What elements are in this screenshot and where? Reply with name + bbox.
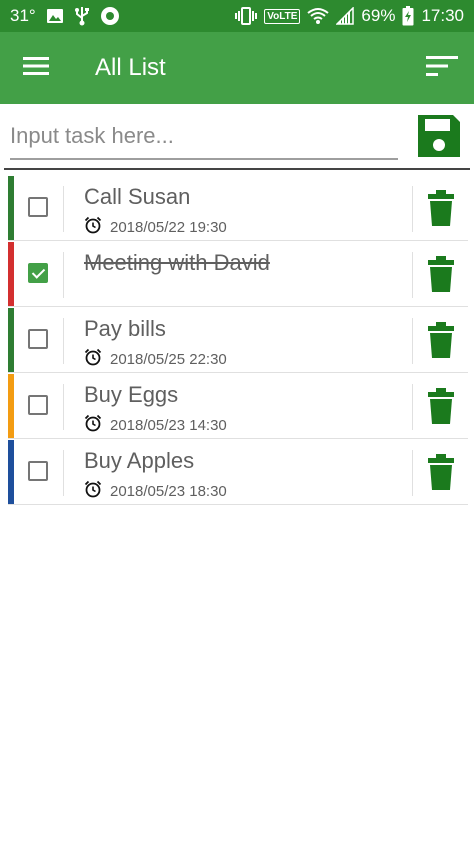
row-divider — [63, 318, 64, 364]
alarm-clock-icon — [84, 216, 102, 238]
task-reminder: 2018/05/22 19:30 — [84, 216, 227, 238]
task-row[interactable]: Call Susan 2018/05/22 19:30 — [8, 176, 468, 241]
task-time-label: 2018/05/22 19:30 — [110, 218, 227, 236]
clock-time: 17:30 — [421, 6, 464, 25]
task-checkbox[interactable] — [28, 395, 48, 415]
task-checkbox[interactable] — [28, 461, 48, 481]
task-reminder: 2018/05/23 18:30 — [84, 480, 227, 502]
trash-icon — [428, 256, 454, 296]
floppy-disk-icon — [415, 115, 463, 164]
task-list: Call Susan 2018/05/22 19:30 Meeting with… — [8, 176, 468, 505]
wifi-icon — [307, 7, 330, 25]
delete-button[interactable] — [428, 388, 454, 424]
hamburger-menu-icon — [23, 56, 49, 81]
task-input[interactable] — [10, 114, 398, 160]
menu-button[interactable] — [18, 50, 54, 86]
delete-button[interactable] — [428, 256, 454, 292]
trash-icon — [428, 388, 454, 428]
task-title: Pay bills — [84, 316, 166, 341]
sort-button[interactable] — [424, 50, 460, 86]
delete-button[interactable] — [428, 190, 454, 226]
row-divider — [63, 450, 64, 496]
delete-button[interactable] — [428, 454, 454, 490]
priority-color-bar — [8, 440, 14, 504]
page-title: All List — [95, 54, 166, 81]
save-button[interactable] — [415, 112, 463, 162]
task-checkbox[interactable] — [28, 197, 48, 217]
task-title: Call Susan — [84, 184, 191, 209]
priority-color-bar — [8, 308, 14, 372]
row-divider — [412, 186, 413, 232]
temperature-label: 31° — [10, 6, 36, 25]
row-divider — [412, 252, 413, 298]
task-reminder: 2018/05/25 22:30 — [84, 348, 227, 370]
task-row[interactable]: Buy Apples 2018/05/23 18:30 — [8, 440, 468, 505]
task-row[interactable]: Pay bills 2018/05/25 22:30 — [8, 308, 468, 373]
task-time-label: 2018/05/23 14:30 — [110, 416, 227, 434]
delete-button[interactable] — [428, 322, 454, 358]
image-icon — [46, 7, 64, 25]
alarm-clock-icon — [84, 414, 102, 436]
sort-icon — [426, 54, 458, 83]
signal-icon — [336, 7, 355, 25]
priority-color-bar — [8, 374, 14, 438]
task-time-label: 2018/05/25 22:30 — [110, 350, 227, 368]
task-checkbox[interactable] — [28, 263, 48, 283]
volte-badge: VoLTE — [264, 8, 301, 24]
input-divider — [4, 168, 470, 170]
task-row[interactable]: Meeting with David — [8, 242, 468, 307]
task-title: Meeting with David — [84, 250, 270, 275]
row-divider — [63, 186, 64, 232]
trash-icon — [428, 190, 454, 230]
row-divider — [63, 252, 64, 298]
status-bar: 31° VoLTE 69% 17:30 — [0, 0, 474, 32]
task-checkbox[interactable] — [28, 329, 48, 349]
task-reminder: 2018/05/23 14:30 — [84, 414, 227, 436]
task-title: Buy Apples — [84, 448, 195, 473]
row-divider — [412, 318, 413, 364]
priority-color-bar — [8, 242, 14, 306]
battery-percent: 69% — [361, 6, 396, 25]
row-divider — [412, 450, 413, 496]
task-input-row — [0, 104, 474, 170]
trash-icon — [428, 322, 454, 362]
trash-icon — [428, 454, 454, 494]
usb-icon — [74, 6, 90, 26]
battery-charging-icon — [402, 6, 414, 26]
task-title: Buy Eggs — [84, 382, 179, 407]
row-divider — [63, 384, 64, 430]
alarm-clock-icon — [84, 348, 102, 370]
alarm-clock-icon — [84, 480, 102, 502]
vibrate-icon — [235, 6, 258, 26]
row-divider — [412, 384, 413, 430]
priority-color-bar — [8, 176, 14, 240]
task-time-label: 2018/05/23 18:30 — [110, 482, 227, 500]
task-row[interactable]: Buy Eggs 2018/05/23 14:30 — [8, 374, 468, 439]
circle-app-icon — [100, 6, 120, 26]
app-bar: All List — [0, 32, 474, 104]
